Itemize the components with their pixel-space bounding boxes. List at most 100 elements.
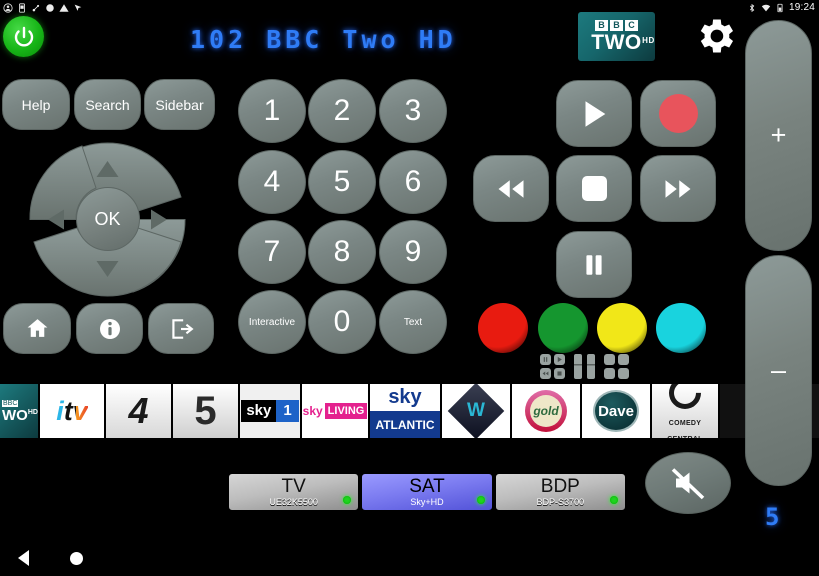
rewind-icon [498, 179, 524, 198]
warning-icon [59, 3, 69, 12]
key-5-label: 5 [333, 165, 351, 198]
volume-down-label: – [770, 355, 787, 385]
mini-blank-3 [604, 368, 615, 379]
device-tab-tv[interactable]: TV UE32K5500 [228, 473, 360, 511]
mini-blank-4 [618, 368, 629, 379]
slider-widget-preview[interactable] [574, 354, 595, 380]
play-button[interactable] [556, 80, 632, 147]
info-icon [99, 318, 120, 339]
channel-logo-5: 5 [194, 388, 217, 433]
channel-display: 102 BBC Two HD [190, 22, 510, 56]
stop-icon [581, 176, 607, 201]
channel-sky-atlantic[interactable]: sky ATLANTIC [370, 384, 442, 438]
mini-play-icon [554, 354, 565, 365]
key-2-label: 2 [333, 94, 351, 127]
device-tab-name: TV [281, 475, 306, 497]
device-tab-model: Sky+HD [410, 496, 444, 507]
location-icon [74, 4, 82, 11]
key-3-label: 3 [404, 94, 422, 127]
channel-sky-living[interactable]: sky LIVING [302, 384, 370, 438]
search-button[interactable]: Search [74, 79, 141, 130]
channel-gold[interactable]: gold [512, 384, 582, 438]
channel-logo: BBC TWO HD [578, 12, 655, 61]
rewind-button[interactable] [473, 155, 549, 222]
channel-bbc-two-hd[interactable]: BBC WOHD [0, 384, 40, 438]
key-9-label: 9 [404, 235, 422, 268]
device-tab-model: UE32K5500 [269, 496, 318, 507]
pause-button[interactable] [556, 231, 632, 298]
power-button[interactable] [3, 16, 44, 57]
volume-up-button[interactable]: + [745, 20, 812, 251]
key-4[interactable]: 4 [238, 150, 306, 214]
channel-logo-w: W [447, 384, 505, 438]
channel-dave[interactable]: Dave [582, 384, 652, 438]
mute-button[interactable] [645, 452, 731, 514]
battery-icon [777, 3, 783, 12]
device-tab-name: SAT [409, 475, 445, 497]
home-button[interactable] [3, 303, 71, 354]
key-2[interactable]: 2 [308, 79, 376, 143]
wifi-icon [761, 4, 771, 11]
ok-button[interactable]: OK [75, 187, 140, 251]
status-bar-clock: 19:24 [788, 2, 815, 13]
stop-button[interactable] [556, 155, 632, 222]
exit-button[interactable] [148, 303, 214, 354]
key-7[interactable]: 7 [238, 220, 306, 284]
volume-down-button[interactable]: – [745, 255, 812, 486]
channel-w-channel[interactable]: W [442, 384, 512, 438]
yellow-button[interactable] [597, 303, 647, 353]
channel-comedy-central[interactable]: COMEDY CENTRAL [652, 384, 720, 438]
channel-logo-strip: BBC WOHD itv 4 5 sky 1 sky LIVING sky ATLANTIC Wgol… [0, 384, 819, 438]
channel-logo-bbc-two: BBC WOHD [2, 399, 38, 424]
device-tab-bdp[interactable]: BDP BDP-S3700 [494, 473, 626, 511]
device-selector: TV UE32K5500 SAT Sky+HD BDP BDP-S3700 [228, 473, 626, 511]
key-1[interactable]: 1 [238, 79, 306, 143]
channel-logo-comedy-central: COMEDY CENTRAL [652, 384, 718, 438]
volume-level-display: 5 [765, 503, 780, 531]
channel-itv[interactable]: itv [40, 384, 106, 438]
cyan-button[interactable] [656, 303, 706, 353]
key-interactive[interactable]: Interactive [238, 290, 306, 354]
key-interactive-label: Interactive [248, 316, 296, 328]
key-6[interactable]: 6 [379, 150, 447, 214]
blank-widget-preview[interactable] [604, 354, 629, 380]
status-bar-right: 19:24 [747, 0, 815, 15]
channel-sky-1[interactable]: sky 1 [240, 384, 302, 438]
green-button[interactable] [538, 303, 588, 353]
help-button[interactable]: Help [2, 79, 70, 130]
key-text[interactable]: Text [379, 290, 447, 354]
channel-channel-5[interactable]: 5 [173, 384, 240, 438]
key-8[interactable]: 8 [308, 220, 376, 284]
record-button[interactable] [640, 80, 716, 147]
device-tab-model: BDP-S3700 [536, 496, 585, 507]
key-3[interactable]: 3 [379, 79, 447, 143]
channel-logo-gold: gold [525, 390, 567, 432]
info-button[interactable] [76, 303, 143, 354]
gear-icon [700, 19, 734, 53]
key-5[interactable]: 5 [308, 150, 376, 214]
sidebar-button[interactable]: Sidebar [144, 79, 215, 130]
key-6-label: 6 [404, 165, 422, 198]
device-tab-sat[interactable]: SAT Sky+HD [361, 473, 493, 511]
channel-logo-4: 4 [128, 390, 149, 431]
channel-logo-quality: HD [642, 36, 655, 45]
channel-logo-dave: Dave [593, 390, 639, 432]
pause-icon [586, 254, 602, 275]
channel-channel-4[interactable]: 4 [106, 384, 173, 438]
transport-widget-preview[interactable] [540, 354, 565, 380]
mute-icon [671, 468, 705, 500]
bluetooth-icon [749, 3, 755, 12]
account-icon [3, 2, 13, 13]
exit-icon [172, 318, 194, 339]
sidebar-button-label: Sidebar [155, 96, 204, 113]
back-icon[interactable] [18, 550, 29, 566]
key-0[interactable]: 0 [308, 290, 376, 354]
key-9[interactable]: 9 [379, 220, 447, 284]
mini-stop-icon [554, 368, 565, 379]
home-circle-icon[interactable] [70, 551, 83, 565]
red-button[interactable] [478, 303, 528, 353]
mini-blank-1 [604, 354, 615, 365]
settings-button[interactable] [690, 12, 740, 60]
device-status-led [343, 496, 352, 504]
forward-button[interactable] [640, 155, 716, 222]
